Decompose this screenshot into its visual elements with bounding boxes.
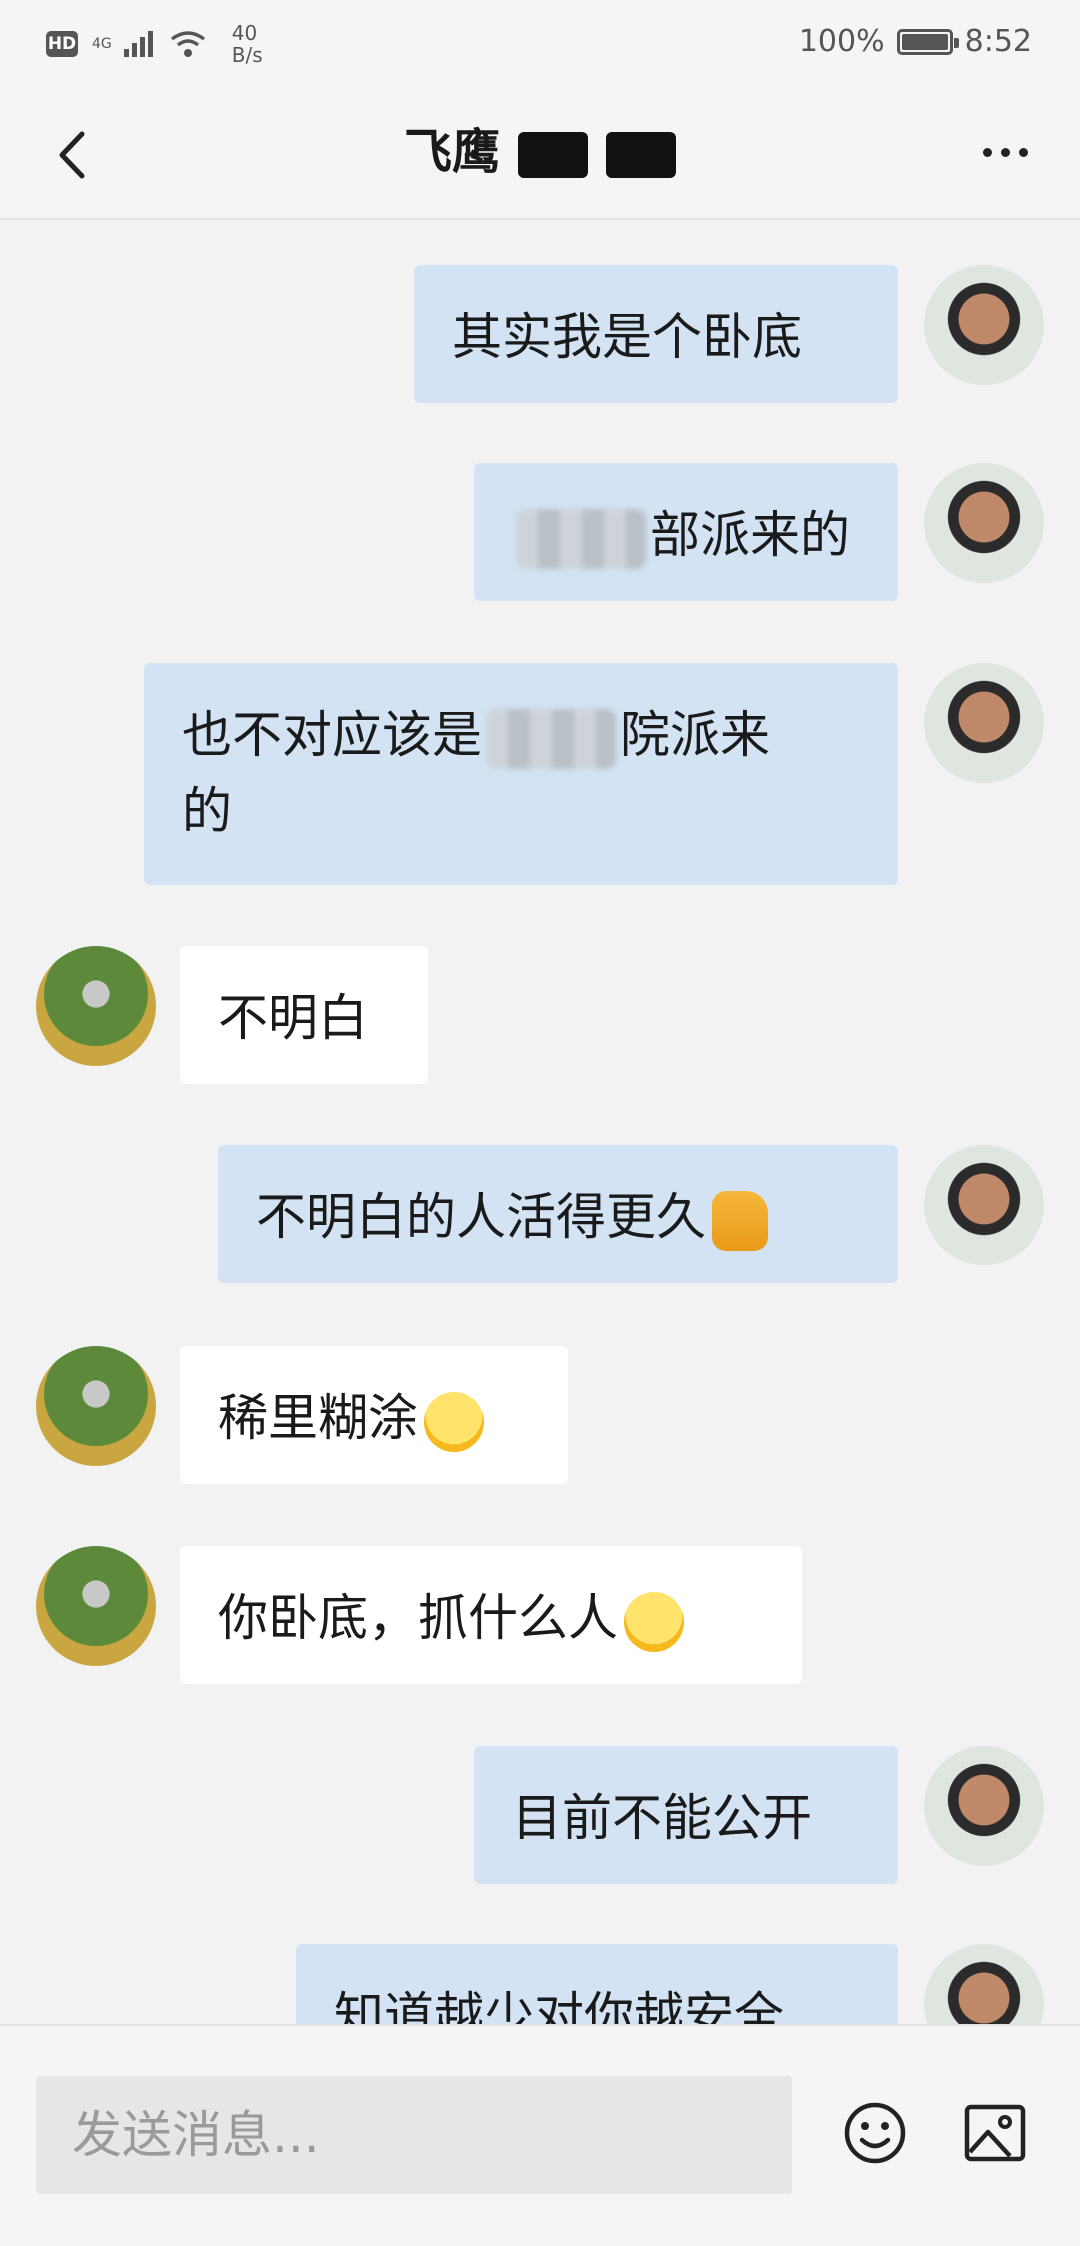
contact-avatar[interactable]	[36, 1346, 156, 1466]
thumbs-up-icon	[712, 1190, 768, 1251]
contact-avatar[interactable]	[36, 946, 156, 1066]
message-bubble[interactable]: 不明白	[180, 946, 428, 1084]
message-bubble[interactable]: 部派来的	[474, 463, 898, 601]
battery-icon	[896, 28, 959, 55]
message-text: 你卧底，抓什么人	[218, 1589, 618, 1647]
message-text: 院派来	[620, 706, 770, 764]
clock: 8:52	[964, 24, 1032, 59]
image-icon	[964, 2104, 1026, 2162]
more-dots-icon	[982, 147, 992, 157]
status-right: 100% 8:52	[799, 24, 1032, 59]
message-bubble[interactable]: 不明白的人活得更久	[218, 1145, 898, 1283]
my-avatar[interactable]	[924, 663, 1044, 783]
message-text: 也不对应该是	[182, 706, 482, 764]
contact-name: 飞鹰	[403, 124, 500, 180]
blurred-text	[486, 708, 616, 769]
redacted-block	[518, 132, 588, 178]
emoji-button[interactable]	[840, 2098, 910, 2168]
chat-header: 飞鹰	[0, 90, 1080, 220]
my-avatar[interactable]	[924, 1746, 1044, 1866]
net-speed: 40 B/s	[232, 22, 263, 66]
battery-percent: 100%	[798, 24, 885, 59]
blurred-text	[516, 508, 646, 569]
my-avatar[interactable]	[924, 265, 1044, 385]
message-bubble[interactable]: 稀里糊涂	[180, 1346, 568, 1484]
chat-title: 飞鹰	[0, 120, 1080, 184]
message-bubble[interactable]: 你卧底，抓什么人	[180, 1546, 802, 1684]
message-text: 不明白的人活得更久	[256, 1188, 706, 1246]
message-text: 的	[182, 782, 232, 840]
message-bubble[interactable]: 目前不能公开	[474, 1746, 898, 1884]
image-button[interactable]	[960, 2098, 1030, 2168]
message-text: 目前不能公开	[512, 1789, 812, 1847]
signal-icon	[123, 31, 153, 57]
message-text: 稀里糊涂	[218, 1389, 418, 1447]
my-avatar[interactable]	[924, 463, 1044, 583]
crying-laughing-icon	[424, 1391, 484, 1452]
message-text: 部派来的	[650, 506, 850, 564]
input-bar	[0, 2024, 1080, 2246]
status-left: HD 4G 40 B/s	[46, 22, 263, 66]
emoji-icon	[844, 2102, 906, 2164]
message-input[interactable]	[36, 2076, 792, 2194]
my-avatar[interactable]	[924, 1145, 1044, 1265]
message-text: 其实我是个卧底	[452, 308, 802, 366]
redacted-block	[606, 132, 676, 178]
hd-badge: HD	[46, 31, 78, 57]
message-bubble[interactable]: 也不对应该是 院派来 的	[144, 663, 898, 885]
message-bubble[interactable]: 其实我是个卧底	[414, 265, 898, 403]
network-type: 4G	[92, 36, 112, 52]
message-text: 不明白	[218, 989, 368, 1047]
wifi-icon	[170, 31, 205, 57]
net-speed-value: 40	[231, 21, 258, 45]
contact-avatar[interactable]	[36, 1546, 156, 1666]
more-button[interactable]	[970, 132, 1040, 172]
grinning-icon	[624, 1591, 684, 1652]
status-bar: HD 4G 40 B/s 100% 8:52	[0, 0, 1080, 90]
net-speed-unit: B/s	[231, 43, 263, 67]
